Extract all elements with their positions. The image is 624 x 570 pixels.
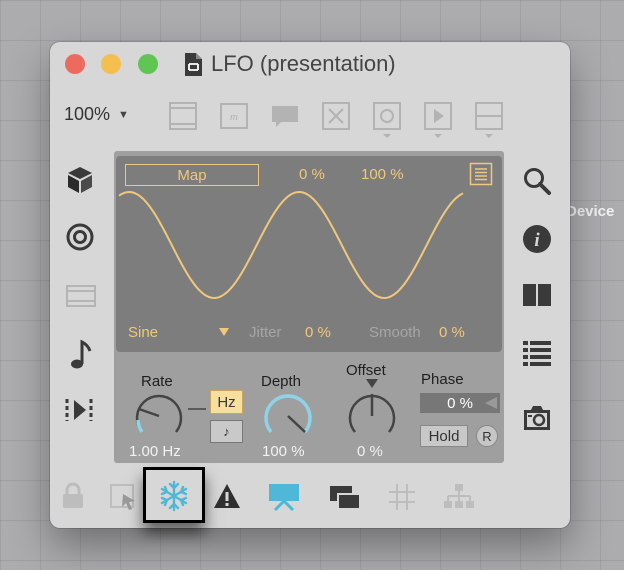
depth-label: Depth	[261, 373, 302, 390]
patcher-document-icon	[185, 52, 202, 76]
presentation-mode-icon[interactable]	[267, 482, 301, 512]
phase-arrow-icon[interactable]	[484, 396, 498, 410]
split-view-icon[interactable]	[522, 282, 552, 308]
zoom-dropdown[interactable]: 100% ▼	[64, 104, 129, 125]
message-box-icon[interactable]: m	[218, 100, 250, 132]
maximize-window-button[interactable]	[138, 54, 158, 74]
window-titlebar: LFO (presentation)	[184, 48, 396, 80]
window-title: LFO (presentation)	[211, 51, 396, 76]
hierarchy-icon[interactable]	[443, 482, 475, 510]
menu-list-icon[interactable]	[469, 162, 493, 186]
rate-label: Rate	[141, 373, 173, 390]
toggle-icon[interactable]	[320, 100, 352, 132]
background-device-label: Device	[566, 203, 615, 220]
rate-value[interactable]: 1.00 Hz	[129, 443, 181, 460]
svg-text:m: m	[230, 111, 238, 123]
lfo-window: LFO (presentation) 100% ▼ m i Map 0 % 10…	[50, 42, 570, 528]
rate-knob[interactable]	[132, 390, 186, 440]
retrigger-button[interactable]: R	[476, 425, 498, 447]
chevron-down-icon[interactable]	[218, 327, 230, 337]
comment-icon[interactable]	[269, 100, 301, 132]
smooth-value[interactable]: 0 %	[439, 324, 465, 341]
target-icon[interactable]	[65, 222, 95, 252]
offset-value[interactable]: 0 %	[357, 443, 383, 460]
close-window-button[interactable]	[65, 54, 85, 74]
button-object-icon[interactable]	[371, 100, 403, 140]
jitter-label: Jitter	[249, 324, 282, 341]
info-icon[interactable]: i	[522, 224, 552, 254]
grid-icon[interactable]	[387, 482, 417, 512]
presentation-frame-icon[interactable]	[167, 100, 199, 132]
chevron-down-icon: ▼	[118, 108, 129, 121]
play-object-icon[interactable]	[422, 100, 454, 140]
warning-icon[interactable]	[212, 482, 242, 510]
windows-stack-icon[interactable]	[328, 483, 362, 511]
map-button[interactable]: Map	[125, 164, 259, 186]
music-note-icon[interactable]	[68, 339, 94, 371]
offset-center-marker	[366, 379, 378, 388]
rate-sync-button[interactable]: ♪	[210, 420, 243, 443]
scale-value[interactable]: 100 %	[361, 166, 404, 183]
lfo-waveform-curve	[118, 190, 464, 300]
zoom-value: 100%	[64, 104, 111, 124]
freeze-device-button[interactable]	[143, 467, 205, 523]
select-edit-icon[interactable]	[108, 482, 140, 510]
search-icon[interactable]	[522, 166, 552, 196]
minimize-window-button[interactable]	[101, 54, 121, 74]
offset-knob[interactable]	[345, 390, 399, 440]
jitter-value[interactable]: 0 %	[305, 324, 331, 341]
depth-value[interactable]: 100 %	[262, 443, 305, 460]
rate-unit-connector	[188, 408, 206, 410]
svg-text:i: i	[534, 230, 540, 251]
snowflake-icon	[160, 480, 188, 512]
rate-hz-button[interactable]: Hz	[210, 390, 243, 414]
offset-label: Offset	[346, 362, 386, 379]
patcher-frame-icon[interactable]	[65, 284, 97, 308]
lock-icon[interactable]	[60, 482, 86, 510]
list-view-icon[interactable]	[522, 339, 552, 367]
slider-object-icon[interactable]	[473, 100, 505, 140]
smooth-label: Smooth	[369, 324, 421, 341]
skip-step-icon[interactable]	[64, 395, 96, 425]
phase-label: Phase	[421, 371, 464, 388]
depth-knob[interactable]	[261, 390, 315, 440]
waveform-value[interactable]: Sine	[128, 324, 158, 341]
hold-button[interactable]: Hold	[420, 425, 468, 447]
snapshot-camera-icon[interactable]	[522, 402, 552, 434]
package-cube-icon[interactable]	[66, 165, 94, 195]
phase-value: 0 %	[447, 394, 473, 412]
amount-value[interactable]: 0 %	[299, 166, 325, 183]
